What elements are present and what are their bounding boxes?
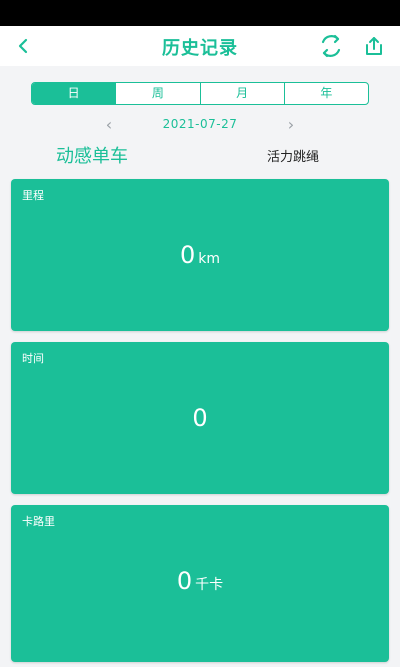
time-value-group: 0 <box>11 404 389 432</box>
distance-value: 0 <box>179 241 196 269</box>
distance-card: 里程 0 km <box>11 179 389 331</box>
calorie-label: 卡路里 <box>22 515 55 528</box>
sport-type-spin-bike[interactable]: 动感单车 <box>56 142 128 168</box>
time-value: 0 <box>192 404 208 432</box>
sport-type-selector: 动感单车 活力跳绳 <box>0 142 400 172</box>
refresh-icon <box>321 34 341 58</box>
next-date-button[interactable]: › <box>283 114 299 136</box>
tab-week[interactable]: 周 <box>115 83 199 104</box>
calorie-unit: 千卡 <box>195 577 224 593</box>
distance-value-group: 0 km <box>11 241 389 269</box>
share-button[interactable] <box>360 32 388 60</box>
sport-type-jump-rope[interactable]: 活力跳绳 <box>267 146 319 165</box>
status-bar <box>0 0 400 26</box>
calorie-value: 0 <box>176 567 193 595</box>
chevron-right-icon: › <box>287 115 295 134</box>
period-tabs: 日 周 月 年 <box>31 82 369 105</box>
time-label: 时间 <box>22 352 44 365</box>
calorie-card: 卡路里 0 千卡 <box>11 505 389 662</box>
tab-month[interactable]: 月 <box>199 83 284 104</box>
refresh-button[interactable] <box>316 32 346 60</box>
calorie-value-group: 0 千卡 <box>11 567 389 595</box>
tab-year[interactable]: 年 <box>283 83 368 104</box>
distance-unit: km <box>198 251 221 267</box>
current-date: 2021-07-27 <box>162 117 238 131</box>
share-icon <box>366 37 382 55</box>
distance-label: 里程 <box>22 189 44 202</box>
date-navigator: ‹ 2021-07-27 › <box>0 114 400 136</box>
tab-day[interactable]: 日 <box>32 83 116 104</box>
time-card: 时间 0 <box>11 342 389 494</box>
nav-bar: 历史记录 <box>0 26 400 66</box>
